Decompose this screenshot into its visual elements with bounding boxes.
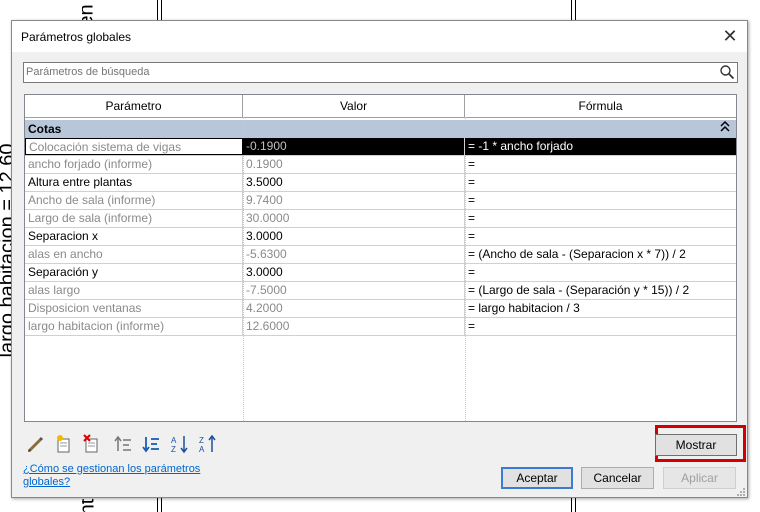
parameter-value[interactable]: 0.1900: [243, 156, 465, 173]
table-row[interactable]: Largo de sala (informe) 30.0000 =: [25, 210, 736, 228]
svg-text:A: A: [171, 436, 177, 445]
help-link[interactable]: ¿Cómo se gestionan los parámetros global…: [23, 463, 213, 489]
parameter-value[interactable]: 30.0000: [243, 210, 465, 227]
search-input[interactable]: [26, 64, 706, 80]
dialog-titlebar[interactable]: Parámetros globales ✕: [12, 21, 747, 52]
table-row[interactable]: Separación y 3.0000 =: [25, 264, 736, 282]
table-row[interactable]: Separacion x 3.0000 =: [25, 228, 736, 246]
parameter-value[interactable]: -7.5000: [243, 282, 465, 299]
parameter-formula[interactable]: =: [465, 318, 736, 335]
dialog-title: Parámetros globales: [21, 30, 132, 44]
help-link-line1[interactable]: ¿Cómo se gestionan los parámetros: [23, 463, 200, 475]
table-row[interactable]: Disposicion ventanas 4.2000 = largo habi…: [25, 300, 736, 318]
parameter-value[interactable]: 3.5000: [243, 174, 465, 191]
search-box[interactable]: [23, 62, 738, 83]
move-down-icon[interactable]: [141, 433, 163, 455]
svg-text:Z: Z: [171, 445, 176, 454]
move-up-icon[interactable]: [113, 433, 135, 455]
parameter-name[interactable]: Altura entre plantas: [25, 174, 243, 191]
sort-descending-icon[interactable]: ZA: [197, 433, 219, 455]
parameter-value[interactable]: 12.6000: [243, 318, 465, 335]
sort-ascending-icon[interactable]: AZ: [169, 433, 191, 455]
help-link-line2[interactable]: globales?: [23, 476, 70, 488]
search-icon[interactable]: [719, 64, 735, 80]
group-row-cotas[interactable]: Cotas: [25, 120, 736, 138]
table-row[interactable]: largo habitacion (informe) 12.6000 =: [25, 318, 736, 336]
new-parameter-icon[interactable]: [53, 433, 75, 455]
resize-grip-icon[interactable]: [736, 486, 746, 496]
column-header-valor[interactable]: Valor: [243, 95, 465, 117]
parameter-formula[interactable]: =: [465, 210, 736, 227]
parameter-name[interactable]: largo habitacion (informe): [25, 318, 243, 335]
parameter-name[interactable]: ancho forjado (informe): [25, 156, 243, 173]
parameter-formula[interactable]: =: [465, 192, 736, 209]
collapse-icon[interactable]: [720, 120, 730, 136]
table-row[interactable]: Colocación sistema de vigas -0.1900 = -1…: [25, 138, 736, 156]
parameter-formula[interactable]: =: [465, 264, 736, 281]
parameter-name[interactable]: Ancho de sala (informe): [25, 192, 243, 209]
parameter-formula[interactable]: =: [465, 156, 736, 173]
parameter-name[interactable]: Colocación sistema de vigas: [25, 138, 243, 155]
show-button[interactable]: Mostrar: [655, 434, 737, 456]
cancel-button[interactable]: Cancelar: [581, 467, 654, 489]
parameter-name[interactable]: alas en ancho: [25, 246, 243, 263]
parameter-value[interactable]: 3.0000: [243, 228, 465, 245]
global-parameters-dialog: Parámetros globales ✕ Parámetro Valor Fó…: [11, 20, 748, 498]
parameter-value[interactable]: -0.1900: [243, 138, 465, 155]
table-row[interactable]: Ancho de sala (informe) 9.7400 =: [25, 192, 736, 210]
parameter-formula[interactable]: = -1 * ancho forjado: [465, 138, 736, 155]
svg-text:A: A: [199, 445, 205, 454]
parameter-value[interactable]: 3.0000: [243, 264, 465, 281]
parameter-formula[interactable]: = (Largo de sala - (Separación y * 15)) …: [465, 282, 736, 299]
parameter-formula[interactable]: = largo habitacion / 3: [465, 300, 736, 317]
group-label: Cotas: [28, 122, 62, 136]
parameter-formula[interactable]: =: [465, 174, 736, 191]
parameters-table: Parámetro Valor Fórmula Cotas Colocación…: [24, 94, 737, 422]
svg-text:Z: Z: [199, 436, 204, 445]
parameter-name[interactable]: alas largo: [25, 282, 243, 299]
ok-button[interactable]: Aceptar: [501, 467, 573, 489]
parameter-name[interactable]: Disposicion ventanas: [25, 300, 243, 317]
parameter-name[interactable]: Separacion x: [25, 228, 243, 245]
parameter-value[interactable]: -5.6300: [243, 246, 465, 263]
column-header-parametro[interactable]: Parámetro: [25, 95, 243, 117]
column-header-formula[interactable]: Fórmula: [465, 95, 736, 117]
table-row[interactable]: Altura entre plantas 3.5000 =: [25, 174, 736, 192]
table-header: Parámetro Valor Fórmula: [25, 95, 736, 118]
table-row[interactable]: ancho forjado (informe) 0.1900 =: [25, 156, 736, 174]
parameter-value[interactable]: 4.2000: [243, 300, 465, 317]
parameter-formula[interactable]: = (Ancho de sala - (Separacion x * 7)) /…: [465, 246, 736, 263]
edit-pencil-icon[interactable]: [25, 433, 47, 455]
table-row[interactable]: alas en ancho -5.6300 = (Ancho de sala -…: [25, 246, 736, 264]
delete-parameter-icon[interactable]: [81, 433, 103, 455]
parameter-name[interactable]: Largo de sala (informe): [25, 210, 243, 227]
parameter-name[interactable]: Separación y: [25, 264, 243, 281]
close-icon[interactable]: ✕: [719, 25, 741, 47]
table-row[interactable]: alas largo -7.5000 = (Largo de sala - (S…: [25, 282, 736, 300]
parameter-value[interactable]: 9.7400: [243, 192, 465, 209]
apply-button[interactable]: Aplicar: [663, 467, 736, 489]
parameter-formula[interactable]: =: [465, 228, 736, 245]
